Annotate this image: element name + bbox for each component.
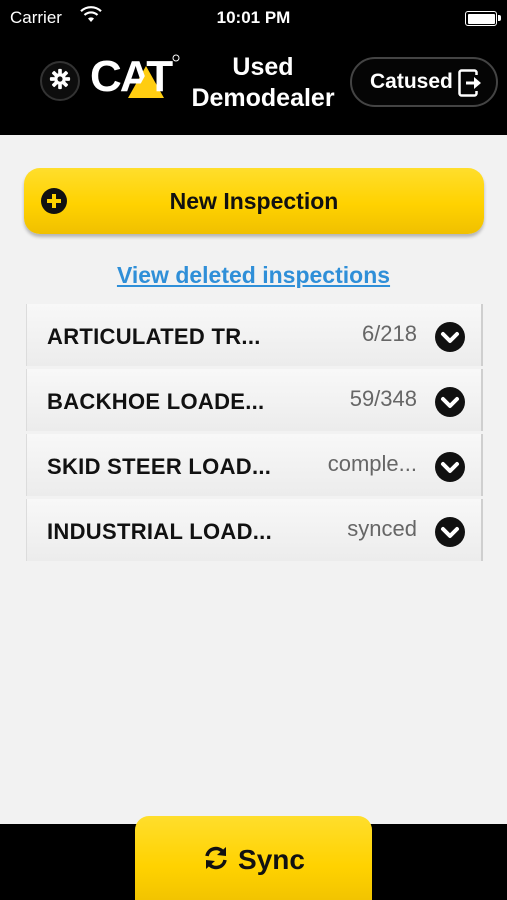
cat-logo: CAT — [90, 50, 182, 102]
inspection-status: 6/218 — [361, 321, 417, 346]
sync-button[interactable]: Sync — [135, 816, 372, 900]
chevron-down-icon[interactable] — [435, 387, 465, 417]
status-bar: Carrier 10:01 PM — [0, 0, 507, 36]
inspection-name: SKID STEER LOAD... — [47, 454, 272, 479]
new-inspection-button[interactable]: New Inspection — [24, 168, 484, 234]
inspection-item[interactable]: BACKHOE LOADE... 59/348 — [26, 369, 483, 431]
chevron-down-icon[interactable] — [435, 517, 465, 547]
username-label: Catused — [370, 70, 453, 93]
chevron-down-icon[interactable] — [435, 322, 465, 352]
chevron-down-icon[interactable] — [435, 452, 465, 482]
dealer-name-line2: Demodealer — [191, 84, 335, 112]
inspection-status: synced — [347, 516, 417, 541]
inspection-name: ARTICULATED TR... — [47, 324, 261, 349]
settings-button[interactable] — [40, 61, 80, 101]
sync-label: Sync — [238, 844, 305, 875]
logout-button[interactable]: Catused — [350, 57, 498, 107]
battery-icon — [465, 11, 501, 26]
inspection-item[interactable]: ARTICULATED TR... 6/218 — [26, 304, 483, 366]
dealer-name-line1: Used — [232, 53, 294, 81]
view-deleted-inspections-link[interactable]: View deleted inspections — [0, 262, 507, 289]
gear-icon — [49, 68, 71, 95]
inspection-status: 59/348 — [349, 386, 417, 411]
inspection-item[interactable]: INDUSTRIAL LOAD... synced — [26, 499, 483, 561]
inspection-list: ARTICULATED TR... 6/218 BACKHOE LOADE...… — [26, 304, 483, 564]
dealer-name: Used Demodealer — [188, 52, 338, 114]
logout-icon — [458, 69, 484, 102]
plus-circle-icon — [41, 188, 67, 219]
new-inspection-label: New Inspection — [169, 187, 339, 214]
inspection-status: comple... — [327, 451, 417, 476]
inspection-name: INDUSTRIAL LOAD... — [47, 519, 272, 544]
inspection-item[interactable]: SKID STEER LOAD... comple... — [26, 434, 483, 496]
svg-text:CAT: CAT — [90, 52, 173, 101]
app-header: CAT Used Demodealer Catused — [0, 36, 507, 135]
inspection-name: BACKHOE LOADE... — [47, 389, 265, 414]
sync-icon — [202, 844, 230, 877]
clock: 10:01 PM — [216, 8, 291, 27]
